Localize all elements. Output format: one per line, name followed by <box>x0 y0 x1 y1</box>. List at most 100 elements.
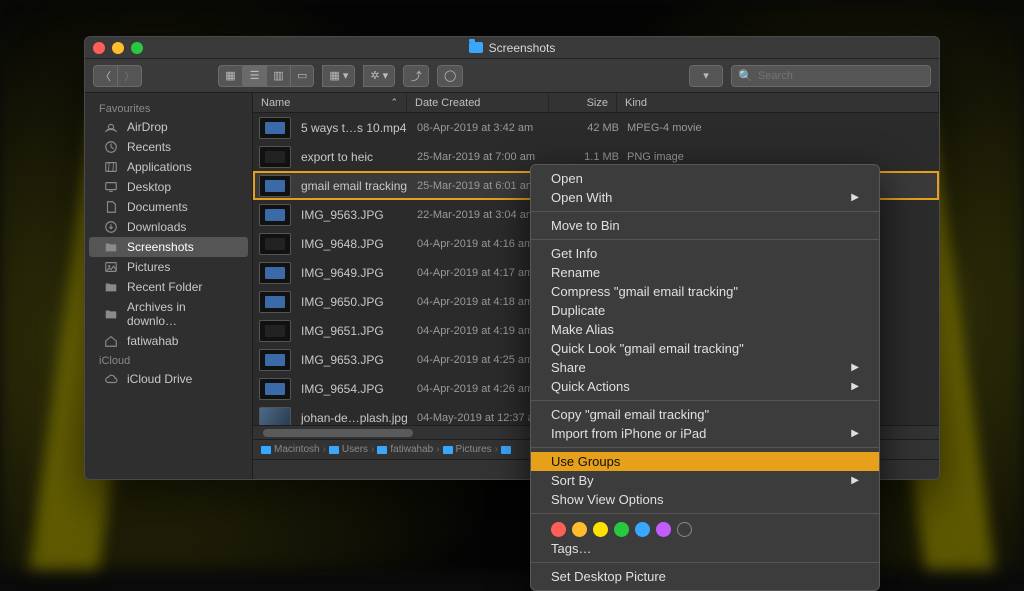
view-list-button[interactable]: ☰ <box>242 65 266 87</box>
menu-item-open[interactable]: Open <box>531 169 879 188</box>
menu-item-quick-look-gmail-email-tracking[interactable]: Quick Look "gmail email tracking" <box>531 339 879 358</box>
menu-separator <box>531 513 879 514</box>
forward-button[interactable]: 〉 <box>117 65 142 87</box>
menu-item-label: Use Groups <box>551 454 620 469</box>
tag-color-dot[interactable] <box>656 522 671 537</box>
window-title: Screenshots <box>489 41 556 55</box>
view-column-button[interactable]: ▥ <box>266 65 290 87</box>
action-menu-button[interactable]: ✲ ▾ <box>363 65 395 87</box>
file-date: 08-Apr-2019 at 3:42 am <box>417 122 559 134</box>
menu-item-import-from-iphone-or-ipad[interactable]: Import from iPhone or iPad▶ <box>531 424 879 443</box>
menu-item-share[interactable]: Share ▶ <box>531 358 879 377</box>
sidebar-item-recents[interactable]: Recents <box>89 137 248 157</box>
titlebar[interactable]: Screenshots <box>85 37 939 59</box>
maximize-button[interactable] <box>131 42 143 54</box>
scrollbar-thumb[interactable] <box>263 429 413 437</box>
menu-item-label: Get Info <box>551 246 597 261</box>
sidebar-item-label: Screenshots <box>127 240 194 254</box>
sidebar-item-label: Desktop <box>127 180 171 194</box>
path-segment[interactable]: Pictures <box>443 444 492 455</box>
tag-clear-dot[interactable] <box>677 522 692 537</box>
close-button[interactable] <box>93 42 105 54</box>
file-name: IMG_9654.JPG <box>301 382 417 396</box>
file-name: export to heic <box>301 150 417 164</box>
minimize-button[interactable] <box>112 42 124 54</box>
sidebar-item-label: Recents <box>127 140 171 154</box>
column-header-date[interactable]: Date Created <box>407 93 549 112</box>
sidebar-item-label: Documents <box>127 200 188 214</box>
nav-buttons: 〈 〉 <box>93 65 142 87</box>
submenu-arrow-icon: ▶ <box>851 362 859 373</box>
tag-color-dot[interactable] <box>593 522 608 537</box>
view-icon-button[interactable]: ▦ <box>218 65 242 87</box>
path-segment[interactable]: Users <box>329 444 368 455</box>
arrange-button[interactable]: ▦ ▾ <box>322 65 355 87</box>
menu-item-sort-by[interactable]: Sort By▶ <box>531 471 879 490</box>
chevron-right-icon: › <box>495 444 498 455</box>
column-header-size[interactable]: Size <box>549 93 617 112</box>
applications-icon <box>103 160 119 174</box>
file-thumbnail <box>259 204 291 226</box>
file-row[interactable]: 5 ways t…s 10.mp408-Apr-2019 at 3:42 am4… <box>253 113 939 142</box>
sidebar-item-fatiwahab[interactable]: fatiwahab <box>89 331 248 351</box>
sidebar-item-desktop[interactable]: Desktop <box>89 177 248 197</box>
dropdown-button[interactable]: ▾ <box>689 65 723 87</box>
back-button[interactable]: 〈 <box>93 65 117 87</box>
menu-item-tags[interactable]: Tags… <box>531 539 879 558</box>
sidebar-item-label: AirDrop <box>127 120 168 134</box>
sidebar-item-archives-in-downlo-[interactable]: Archives in downlo… <box>89 297 248 331</box>
sidebar-item-label: Recent Folder <box>127 280 202 294</box>
path-segment[interactable] <box>501 446 514 454</box>
column-header-name[interactable]: Name ⌃ <box>253 93 407 112</box>
menu-item-make-alias[interactable]: Make Alias <box>531 320 879 339</box>
tag-color-dot[interactable] <box>572 522 587 537</box>
file-name: IMG_9651.JPG <box>301 324 417 338</box>
sidebar-item-applications[interactable]: Applications <box>89 157 248 177</box>
toolbar: 〈 〉 ▦ ☰ ▥ ▭ ▦ ▾ ✲ ▾ ⤴ ◯ ▾ 🔍 <box>85 59 939 93</box>
file-date: 25-Mar-2019 at 7:00 am <box>417 151 559 163</box>
sidebar-item-pictures[interactable]: Pictures <box>89 257 248 277</box>
view-gallery-button[interactable]: ▭ <box>290 65 314 87</box>
menu-item-duplicate[interactable]: Duplicate <box>531 301 879 320</box>
search-field[interactable]: 🔍 <box>731 65 931 87</box>
path-segment[interactable]: fatiwahab <box>377 444 433 455</box>
tag-color-dot[interactable] <box>614 522 629 537</box>
column-header-kind[interactable]: Kind <box>617 93 939 112</box>
menu-item-quick-actions[interactable]: Quick Actions▶ <box>531 377 879 396</box>
menu-item-show-view-options[interactable]: Show View Options <box>531 490 879 509</box>
chevron-right-icon: › <box>436 444 439 455</box>
tag-color-dot[interactable] <box>551 522 566 537</box>
tag-color-dot[interactable] <box>635 522 650 537</box>
folder-icon <box>261 446 271 454</box>
file-thumbnail <box>259 117 291 139</box>
menu-item-label: Share <box>551 360 586 375</box>
menu-item-copy-gmail-email-tracking[interactable]: Copy "gmail email tracking" <box>531 405 879 424</box>
pictures-icon <box>103 260 119 274</box>
home-icon <box>103 334 119 348</box>
sidebar-heading: Favourites <box>85 99 252 117</box>
path-segment[interactable]: Macintosh <box>261 444 320 455</box>
menu-item-use-groups[interactable]: Use Groups <box>531 452 879 471</box>
menu-separator <box>531 400 879 401</box>
menu-item-get-info[interactable]: Get Info <box>531 244 879 263</box>
sidebar-item-screenshots[interactable]: Screenshots <box>89 237 248 257</box>
sidebar-heading: iCloud <box>85 351 252 369</box>
sidebar-item-icloud-drive[interactable]: iCloud Drive <box>89 369 248 389</box>
tags-button[interactable]: ◯ <box>437 65 463 87</box>
file-name: IMG_9649.JPG <box>301 266 417 280</box>
menu-item-rename[interactable]: Rename <box>531 263 879 282</box>
file-name: 5 ways t…s 10.mp4 <box>301 121 417 135</box>
search-input[interactable] <box>758 70 924 82</box>
menu-item-label: Sort By <box>551 473 594 488</box>
sidebar-item-downloads[interactable]: Downloads <box>89 217 248 237</box>
downloads-icon <box>103 220 119 234</box>
sidebar-item-documents[interactable]: Documents <box>89 197 248 217</box>
sidebar-item-recent-folder[interactable]: Recent Folder <box>89 277 248 297</box>
menu-item-open-with[interactable]: Open With▶ <box>531 188 879 207</box>
sidebar-item-airdrop[interactable]: AirDrop <box>89 117 248 137</box>
menu-item-move-to-bin[interactable]: Move to Bin <box>531 216 879 235</box>
desktop-icon <box>103 180 119 194</box>
menu-item-compress-gmail-email-tracking[interactable]: Compress "gmail email tracking" <box>531 282 879 301</box>
share-button[interactable]: ⤴ <box>403 65 429 87</box>
sidebar-item-label: fatiwahab <box>127 334 178 348</box>
